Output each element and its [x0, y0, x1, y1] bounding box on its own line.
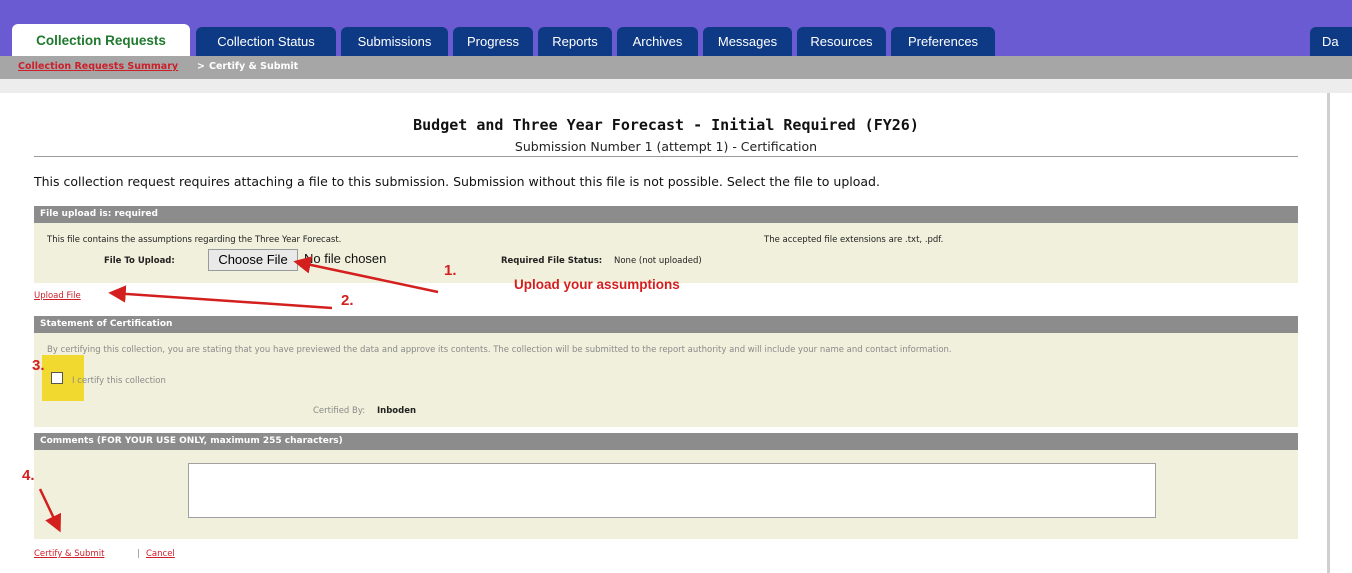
certified-by-label: Certified By: — [313, 406, 366, 416]
certify-submit-link[interactable]: Certify & Submit — [34, 549, 104, 559]
upload-extensions: The accepted file extensions are .txt, .… — [764, 235, 944, 245]
breadcrumb-current: Certify & Submit — [209, 61, 299, 72]
choose-file-button[interactable]: Choose File — [208, 249, 298, 271]
comments-textarea[interactable] — [188, 463, 1156, 518]
intro-text: This collection request requires attachi… — [34, 174, 880, 189]
page-title: Budget and Three Year Forecast - Initial… — [413, 116, 919, 134]
tab-archives[interactable]: Archives — [617, 27, 698, 56]
tab-bar: Collection Requests Collection Status Su… — [0, 0, 1352, 57]
annotation-step4: 4. — [22, 467, 35, 484]
page-subtitle: Submission Number 1 (attempt 1) - Certif… — [514, 139, 818, 154]
comments-section-header: Comments (FOR YOUR USE ONLY, maximum 255… — [34, 433, 1298, 450]
page-scroll-border — [1327, 93, 1330, 573]
required-file-status-value: None (not uploaded) — [614, 256, 702, 266]
breadcrumb: Collection Requests Summary > Certify & … — [0, 56, 1352, 79]
breadcrumb-separator: > — [197, 61, 205, 72]
arrow-step2 — [108, 285, 333, 310]
title-divider — [34, 156, 1298, 157]
certify-checkbox[interactable] — [51, 372, 63, 384]
upload-description: This file contains the assumptions regar… — [47, 235, 342, 245]
cancel-link[interactable]: Cancel — [146, 549, 175, 559]
breadcrumb-link[interactable]: Collection Requests Summary — [18, 61, 178, 72]
annotation-note: Upload your assumptions — [514, 277, 680, 292]
app-window: Collection Requests Collection Status Su… — [0, 0, 1352, 573]
tab-reports[interactable]: Reports — [538, 27, 612, 56]
tab-collection-status[interactable]: Collection Status — [196, 27, 336, 56]
certified-by-value: Inboden — [377, 406, 417, 416]
top-gap — [0, 79, 1352, 93]
annotation-step3: 3. — [32, 357, 45, 374]
certification-section-header: Statement of Certification — [34, 316, 1298, 333]
tab-submissions[interactable]: Submissions — [341, 27, 448, 56]
action-separator: | — [137, 549, 140, 559]
no-file-chosen-text: No file chosen — [304, 251, 387, 266]
certify-checkbox-label[interactable]: I certify this collection — [72, 376, 166, 386]
tab-progress[interactable]: Progress — [453, 27, 533, 56]
tab-messages[interactable]: Messages — [703, 27, 792, 56]
tab-da[interactable]: Da — [1310, 27, 1352, 56]
annotation-step2: 2. — [341, 292, 354, 309]
required-file-status-label: Required File Status: — [501, 256, 603, 266]
annotation-step1: 1. — [444, 262, 457, 279]
tab-preferences[interactable]: Preferences — [891, 27, 995, 56]
tab-collection-requests[interactable]: Collection Requests — [12, 24, 190, 57]
upload-section-header: File upload is: required — [34, 206, 1298, 223]
file-to-upload-label: File To Upload: — [104, 256, 175, 266]
certification-statement: By certifying this collection, you are s… — [47, 345, 952, 355]
upload-file-link[interactable]: Upload File — [34, 291, 81, 301]
tab-resources[interactable]: Resources — [797, 27, 886, 56]
